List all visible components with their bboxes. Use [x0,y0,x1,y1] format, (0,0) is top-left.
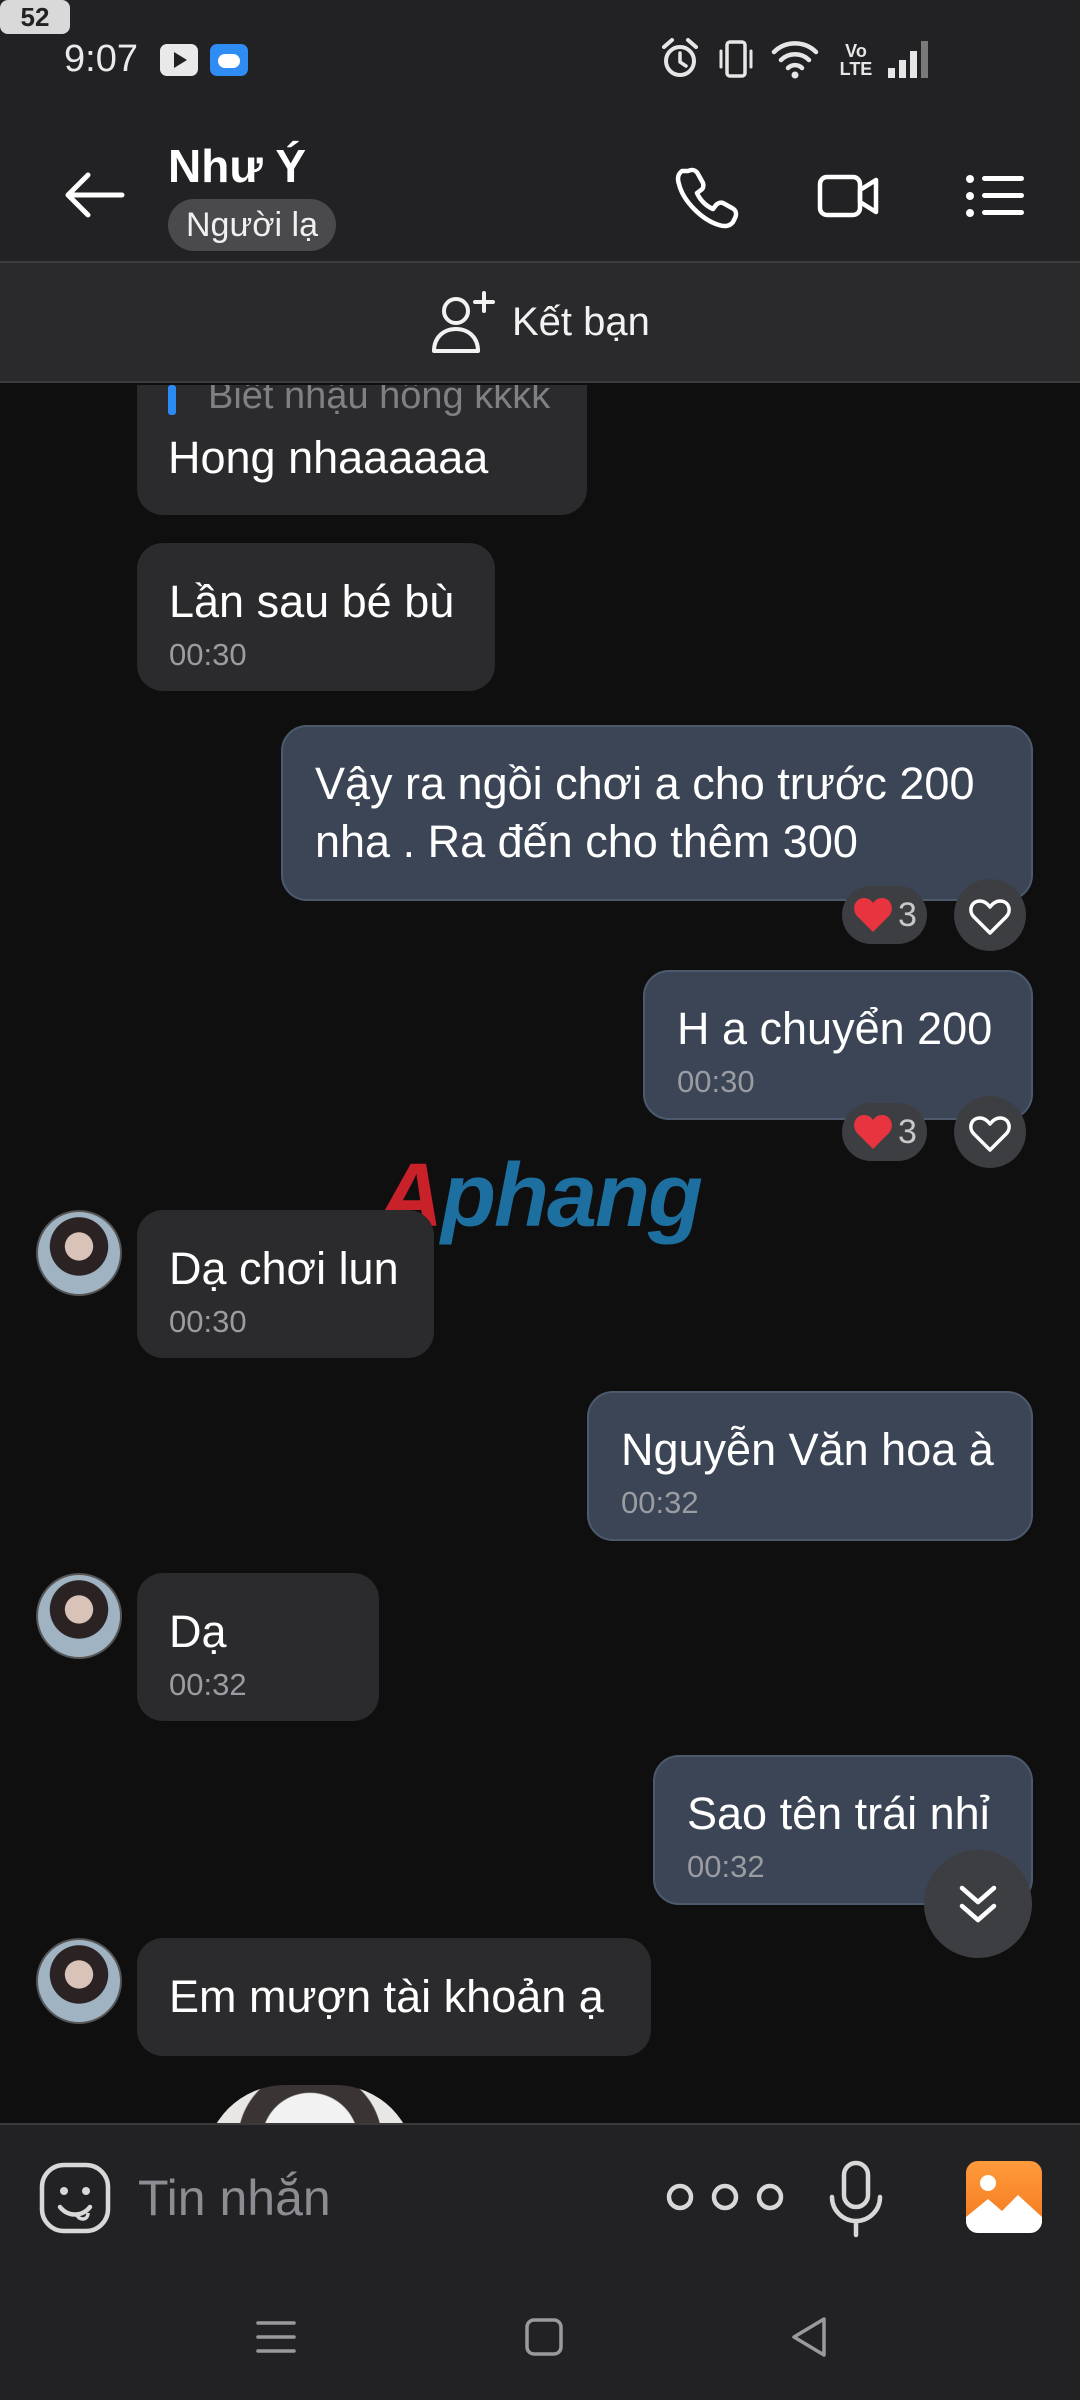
message-text: Hong nhaaaaaa [168,432,489,483]
image-icon [966,2175,1042,2233]
stranger-badge: Người lạ [168,199,336,251]
message-time: 00:32 [169,1667,247,1702]
message-bubble-outgoing[interactable]: Vậy ra ngồi chơi a cho trước 200 nha . R… [281,725,1033,901]
reply-quote-text: Biết nhậu hông kkkk [208,385,551,417]
message-bubble-incoming[interactable]: Em mượn tài khoản ạ [137,1938,651,2056]
message-text: Em mượn tài khoản ạ [169,1971,604,2022]
message-bubble-incoming[interactable]: Dạ chơi lun 00:30 [137,1210,434,1358]
avatar[interactable] [36,1938,122,2024]
menu-icon[interactable] [960,161,1030,231]
battery-icon: 52 [0,0,70,34]
message-text: Dạ [169,1606,227,1657]
double-chevron-down-icon [959,1885,997,1923]
heart-reaction-icon [854,898,892,932]
vibrate-icon [719,40,753,78]
message-text: Nguyễn Văn hoa à [621,1424,994,1475]
heart-reaction-icon [854,1115,892,1149]
weather-icon [210,44,248,76]
wifi-icon [771,41,819,79]
message-text: H a chuyển 200 [677,1003,993,1054]
heart-outline-icon [969,1116,1011,1152]
like-button[interactable] [954,1096,1026,1168]
signal-icon [888,41,928,78]
contact-name[interactable]: Như Ý [168,139,306,193]
reaction-badge[interactable]: 3 [842,1103,927,1161]
message-time: 00:30 [169,1304,247,1339]
watermark-rest: phang [441,1146,703,1246]
message-text: Lần sau bé bù [169,576,455,627]
message-text: Dạ chơi lun [169,1243,399,1294]
home-icon[interactable] [514,2307,574,2367]
reaction-count: 3 [898,895,917,934]
image-picker-button[interactable] [966,2161,1042,2233]
message-time: 00:30 [677,1064,755,1099]
add-friend-bar: Kết bạn [0,263,1080,383]
reply-quote-bar [168,385,176,415]
message-time: 00:32 [621,1485,699,1520]
add-user-icon [432,291,495,353]
status-clock: 9:07 [64,38,138,80]
message-bubble-incoming[interactable]: Dạ 00:32 [137,1573,379,1721]
like-button[interactable] [954,879,1026,951]
alarm-icon [662,38,698,77]
microphone-icon[interactable] [826,2159,886,2239]
message-time: 00:30 [169,637,247,672]
call-icon[interactable] [672,161,742,231]
avatar[interactable] [36,1210,122,1296]
add-friend-label: Kết bạn [512,299,650,344]
scroll-to-bottom-button[interactable] [924,1850,1032,1958]
more-icon[interactable] [660,2177,790,2217]
video-call-icon[interactable] [814,161,884,231]
message-bubble-incoming[interactable]: Lần sau bé bù 00:30 [137,543,495,691]
back-icon[interactable] [780,2307,840,2367]
reaction-badge[interactable]: 3 [842,886,927,944]
message-text: Sao tên trái nhỉ [687,1788,990,1839]
sticker-image[interactable] [205,2085,415,2123]
battery-level: 52 [20,2,50,32]
menu-icon[interactable] [246,2307,306,2367]
volte-label: Vo LTE [839,41,873,79]
reaction-count: 3 [898,1112,917,1151]
system-nav-bar [0,2271,1080,2400]
heart-outline-icon [969,899,1011,935]
youtube-icon [160,44,198,76]
message-list[interactable]: Biết nhậu hông kkkk Hong nhaaaaaa Lần sa… [0,385,1080,2123]
avatar[interactable] [36,1573,122,1659]
emoji-icon[interactable] [38,2161,112,2235]
message-text: Vậy ra ngồi chơi a cho trước 200 nha . R… [315,758,975,867]
back-arrow-icon[interactable] [60,165,130,225]
add-friend-button[interactable]: Kết bạn [428,287,650,357]
message-input[interactable] [138,2165,618,2231]
composer-bar [0,2123,1080,2271]
status-bar: 9:07 Vo LTE 52 [0,0,1080,125]
volte-icon: Vo LTE [836,36,876,82]
message-bubble-outgoing[interactable]: Nguyễn Văn hoa à 00:32 [587,1391,1033,1541]
chat-header: Như Ý Người lạ [0,125,1080,263]
